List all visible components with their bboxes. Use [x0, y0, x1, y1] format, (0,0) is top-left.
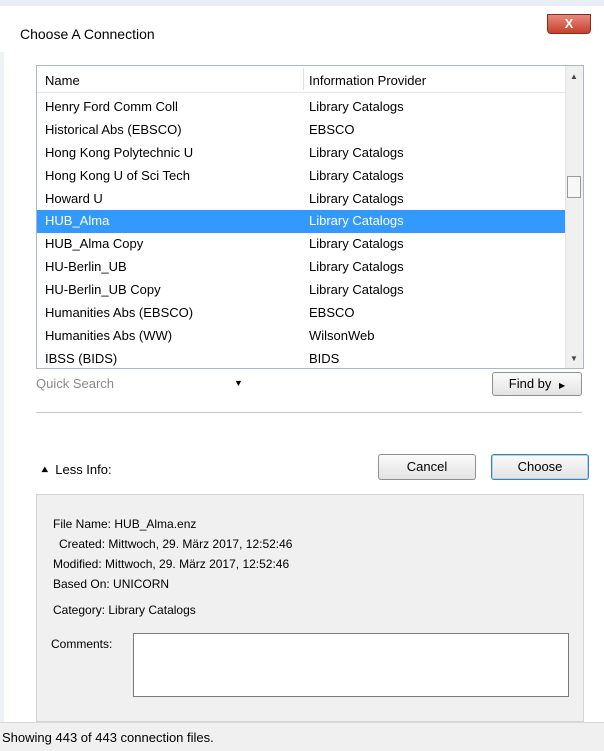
column-separator[interactable]: [303, 68, 304, 90]
vertical-scrollbar[interactable]: ▲ ▼: [565, 66, 583, 368]
window-title: Choose A Connection: [20, 26, 155, 42]
window-left-edge: [0, 52, 4, 722]
chevron-down-icon[interactable]: ▼: [234, 378, 243, 388]
separator-line: [36, 412, 582, 413]
created-label: Created:: [59, 537, 106, 551]
dialog-window: Choose A Connection X Name Information P…: [0, 0, 604, 751]
cell-provider: Library Catalogs: [309, 167, 404, 183]
table-row[interactable]: Hong Kong Polytechnic U Library Catalogs: [37, 142, 565, 165]
modified-label: Modified:: [53, 557, 102, 571]
cell-name: Humanities Abs (WW): [45, 327, 173, 343]
table-row[interactable]: HUB_Alma Library Catalogs: [37, 210, 565, 234]
based-on-row: Based On: UNICORN: [53, 577, 169, 591]
cell-name: HUB_Alma Copy: [45, 236, 144, 252]
cell-provider: Library Catalogs: [309, 99, 404, 114]
table-row[interactable]: HUB_Alma Copy Library Catalogs: [37, 233, 565, 256]
close-button[interactable]: X: [547, 14, 591, 34]
table-row[interactable]: IBSS (BIDS) BIDS: [37, 348, 565, 368]
table-row[interactable]: Howard U Library Catalogs: [37, 188, 565, 211]
scroll-down-icon[interactable]: ▼: [570, 354, 578, 363]
cell-provider: Library Catalogs: [309, 282, 404, 298]
list-header: Name Information Provider: [37, 66, 565, 93]
created-row: Created: Mittwoch, 29. März 2017, 12:52:…: [59, 537, 292, 551]
scroll-thumb[interactable]: [567, 176, 581, 198]
quick-search-combobox[interactable]: Quick Search ▼: [36, 372, 252, 396]
details-panel: File Name: HUB_Alma.enz Created: Mittwoc…: [36, 494, 584, 722]
cell-name: HU-Berlin_UB Copy: [45, 282, 161, 298]
scroll-up-icon[interactable]: ▲: [570, 72, 578, 81]
cell-name: Henry Ford Comm Coll: [45, 99, 178, 114]
based-on-label: Based On:: [53, 577, 110, 591]
file-name-row: File Name: HUB_Alma.enz: [53, 517, 196, 531]
less-info-toggle[interactable]: ⯅ Less Info:: [40, 462, 112, 478]
cell-provider: EBSCO: [309, 305, 355, 321]
category-label: Category:: [53, 603, 106, 617]
cell-name: Hong Kong U of Sci Tech: [45, 167, 191, 183]
triangle-right-icon: ▶: [559, 381, 566, 390]
choose-button[interactable]: Choose: [491, 454, 589, 480]
cell-name: Humanities Abs (EBSCO): [45, 305, 194, 321]
close-icon: X: [564, 16, 574, 31]
cell-provider: EBSCO: [309, 121, 355, 137]
cell-name: Howard U: [45, 190, 103, 206]
connection-list[interactable]: Name Information Provider Henry Ford Com…: [36, 65, 584, 369]
cell-provider: Library Catalogs: [309, 144, 404, 160]
table-row[interactable]: Humanities Abs (WW) WilsonWeb: [37, 325, 565, 348]
table-row[interactable]: Historical Abs (EBSCO) EBSCO: [37, 119, 565, 142]
table-row[interactable]: Humanities Abs (EBSCO) EBSCO: [37, 302, 565, 325]
quick-search-input[interactable]: Quick Search: [36, 376, 114, 391]
cell-provider: Library Catalogs: [309, 190, 404, 206]
cell-provider: WilsonWeb: [309, 327, 375, 343]
category-value: Library Catalogs: [108, 603, 196, 617]
column-header-name[interactable]: Name: [45, 73, 80, 88]
title-bar: Choose A Connection X: [0, 6, 604, 52]
status-text: Showing 443 of 443 connection files.: [2, 730, 214, 745]
table-row[interactable]: Henry Ford Comm Coll Library Catalogs: [37, 96, 565, 119]
cell-provider: Library Catalogs: [309, 236, 404, 252]
modified-value: Mittwoch, 29. März 2017, 12:52:46: [105, 557, 290, 571]
table-row[interactable]: Hong Kong U of Sci Tech Library Catalogs: [37, 165, 565, 188]
arrow-up-icon: ⯅: [40, 463, 50, 477]
cell-name: Hong Kong Polytechnic U: [45, 144, 194, 160]
cell-name: Historical Abs (EBSCO): [45, 121, 182, 137]
list-rows: Henry Ford Comm Coll Library Catalogs Hist…: [37, 96, 565, 368]
modified-row: Modified: Mittwoch, 29. März 2017, 12:52…: [53, 557, 289, 571]
table-row[interactable]: HU-Berlin_UB Copy Library Catalogs: [37, 279, 565, 302]
category-row: Category: Library Catalogs: [53, 603, 196, 617]
less-info-label: Less Info:: [55, 462, 112, 477]
comments-label: Comments:: [51, 637, 113, 651]
cell-name: HU-Berlin_UB: [45, 259, 127, 275]
column-header-provider[interactable]: Information Provider: [309, 73, 426, 88]
created-value: Mittwoch, 29. März 2017, 12:52:46: [108, 537, 293, 551]
find-by-button[interactable]: Find by ▶: [492, 372, 582, 396]
comments-field[interactable]: [133, 633, 569, 697]
find-by-label: Find by: [508, 376, 552, 391]
cell-name: HUB_Alma: [45, 213, 110, 229]
status-bar: Showing 443 of 443 connection files.: [0, 722, 604, 751]
file-name-value: HUB_Alma.enz: [114, 517, 197, 531]
table-row[interactable]: HU-Berlin_UB Library Catalogs: [37, 256, 565, 279]
based-on-value: UNICORN: [113, 577, 170, 591]
cell-provider: BIDS: [309, 350, 340, 366]
cell-name: IBSS (BIDS): [45, 350, 118, 366]
cancel-button[interactable]: Cancel: [378, 454, 476, 480]
cell-provider: Library Catalogs: [309, 213, 404, 229]
file-name-label: File Name:: [53, 517, 112, 531]
cell-provider: Library Catalogs: [309, 259, 404, 275]
